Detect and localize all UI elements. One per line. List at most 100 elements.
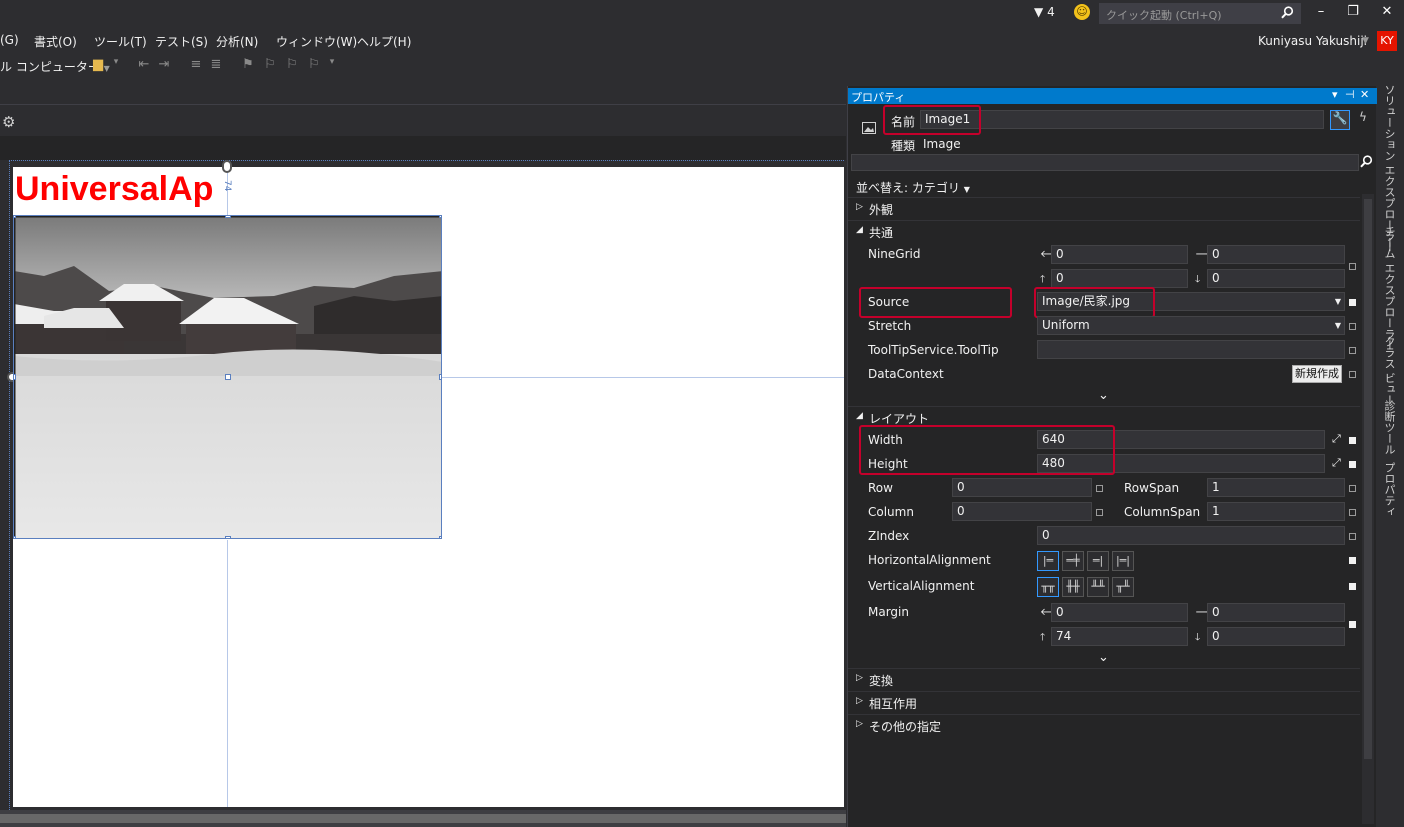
minimize-icon[interactable]: – xyxy=(1307,4,1335,24)
resize-handle-bottom[interactable] xyxy=(225,536,231,538)
advanced-options-marker[interactable] xyxy=(1349,485,1356,492)
auto-size-icon[interactable]: ⤢ xyxy=(1332,456,1341,470)
search-icon[interactable] xyxy=(1281,6,1294,22)
resize-handle-right[interactable] xyxy=(439,374,441,380)
uncomment-icon[interactable]: ≣ xyxy=(208,57,224,73)
advanced-options-marker-set[interactable] xyxy=(1349,583,1356,590)
auto-size-icon[interactable]: ⤢ xyxy=(1332,432,1341,446)
close-icon[interactable]: ✕ xyxy=(1360,88,1369,101)
quick-launch-input[interactable]: クイック起動 (Ctrl+Q) xyxy=(1099,3,1301,24)
align-middle-icon[interactable]: ╫╫ xyxy=(1062,577,1084,597)
rowspan-field[interactable]: 1 xyxy=(1207,478,1345,497)
tooltip-field[interactable] xyxy=(1037,340,1345,359)
advanced-options-marker[interactable] xyxy=(1349,533,1356,540)
bookmark-clear-icon[interactable]: ⚐ xyxy=(306,57,322,73)
ninegrid-top-field[interactable]: 0 xyxy=(1051,269,1188,288)
resize-handle-top[interactable] xyxy=(225,216,231,218)
advanced-options-marker[interactable] xyxy=(1349,323,1356,330)
comment-icon[interactable]: ≡ xyxy=(188,57,204,73)
toolbar-dropdown-icon[interactable]: ▾ xyxy=(108,57,124,73)
category-interactions[interactable]: ▷ 相互作用 xyxy=(848,691,1360,713)
wrench-icon[interactable]: 🔧 xyxy=(1330,110,1350,130)
pin-icon[interactable]: ⊣ xyxy=(1345,88,1355,101)
advanced-options-marker-set[interactable] xyxy=(1349,299,1356,306)
chevron-down-icon[interactable]: ⌄ xyxy=(1098,650,1109,665)
align-left-icon[interactable]: |═ xyxy=(1037,551,1059,571)
close-icon[interactable]: ✕ xyxy=(1373,4,1401,24)
outdent-icon[interactable]: ⇥ xyxy=(156,57,172,73)
row-field[interactable]: 0 xyxy=(952,478,1092,497)
align-right-icon[interactable]: ═| xyxy=(1087,551,1109,571)
indent-icon[interactable]: ⇤ xyxy=(136,57,152,73)
bookmark-prev-icon[interactable]: ⚐ xyxy=(262,57,278,73)
designer-horizontal-scrollbar[interactable] xyxy=(0,810,846,827)
menu-item-format[interactable]: 書式(O) xyxy=(34,33,77,50)
chevron-down-icon[interactable]: ⌄ xyxy=(1098,388,1109,403)
ninegrid-bottom-field[interactable]: 0 xyxy=(1207,269,1345,288)
sort-dropdown[interactable]: 並べ替え: カテゴリ ▼ xyxy=(856,179,970,196)
advanced-options-marker[interactable] xyxy=(1096,485,1103,492)
align-stretch-icon[interactable]: |═| xyxy=(1112,551,1134,571)
tab-class-view[interactable]: クラス ビュー xyxy=(1381,336,1397,406)
restore-icon[interactable]: ❐ xyxy=(1339,4,1367,24)
margin-top-field[interactable]: 74 xyxy=(1051,627,1188,646)
advanced-options-marker-set[interactable] xyxy=(1349,437,1356,444)
align-vstretch-icon[interactable]: ╥╨ xyxy=(1112,577,1134,597)
image-element[interactable] xyxy=(13,215,442,539)
menu-item-window[interactable]: ウィンドウ(W) xyxy=(276,33,357,50)
menu-item-help[interactable]: ヘルプ(H) xyxy=(357,33,411,50)
resize-handle-tr[interactable] xyxy=(439,216,441,218)
property-search-input[interactable] xyxy=(851,154,1359,171)
bookmark-icon[interactable]: ⚑ xyxy=(240,57,256,73)
new-datacontext-button[interactable]: 新規作成 xyxy=(1292,365,1342,383)
columnspan-field[interactable]: 1 xyxy=(1207,502,1345,521)
scrollbar-thumb[interactable] xyxy=(0,814,846,823)
menu-item-analyze[interactable]: 分析(N) xyxy=(216,33,258,50)
chevron-down-icon[interactable]: ▼ xyxy=(1362,36,1369,46)
resize-handle-left[interactable] xyxy=(14,374,16,380)
tab-team-explorer[interactable]: チーム エクスプローラー xyxy=(1381,226,1397,351)
toolbar-overflow-icon[interactable]: ▾ xyxy=(324,57,340,73)
bookmark-next-icon[interactable]: ⚐ xyxy=(284,57,300,73)
align-top-icon[interactable]: ╥╥ xyxy=(1037,577,1059,597)
menu-item-prev[interactable]: (G) xyxy=(0,33,19,47)
advanced-options-marker[interactable] xyxy=(1349,509,1356,516)
search-icon[interactable] xyxy=(1360,155,1373,171)
margin-left-field[interactable]: 0 xyxy=(1051,603,1188,622)
tab-diagnostic-tools[interactable]: 診断ツール xyxy=(1381,400,1397,455)
user-name[interactable]: Kuniyasu Yakushiji xyxy=(1258,34,1367,48)
margin-anchor-top-icon[interactable] xyxy=(222,160,232,173)
category-misc[interactable]: ▷ その他の指定 xyxy=(848,714,1360,736)
panel-menu-icon[interactable]: ▾ xyxy=(1332,88,1338,101)
notification-flag[interactable]: ▼ 4 xyxy=(1034,5,1055,19)
events-icon[interactable]: ϟ xyxy=(1354,110,1372,130)
advanced-options-marker[interactable] xyxy=(1349,371,1356,378)
advanced-options-marker[interactable] xyxy=(1349,263,1356,270)
stretch-dropdown[interactable]: Uniform ▼ xyxy=(1037,316,1345,335)
scrollbar-thumb[interactable] xyxy=(1364,199,1372,759)
tab-properties[interactable]: プロパティ xyxy=(1381,462,1397,517)
advanced-options-marker[interactable] xyxy=(1349,347,1356,354)
ninegrid-right-field[interactable]: 0 xyxy=(1207,245,1345,264)
menu-item-tools[interactable]: ツール(T) xyxy=(94,33,147,50)
advanced-options-marker-set[interactable] xyxy=(1349,557,1356,564)
category-appearance[interactable]: ▷ 外観 xyxy=(848,197,1360,219)
app-title-textblock[interactable]: UniversalAp xyxy=(15,170,213,209)
avatar[interactable]: KY xyxy=(1377,31,1397,51)
feedback-smiley-icon[interactable]: ☺ xyxy=(1074,4,1090,20)
column-field[interactable]: 0 xyxy=(952,502,1092,521)
advanced-options-marker[interactable] xyxy=(1096,509,1103,516)
resize-handle-center[interactable] xyxy=(225,374,231,380)
align-bottom-icon[interactable]: ╨╨ xyxy=(1087,577,1109,597)
align-center-icon[interactable]: ═╪ xyxy=(1062,551,1084,571)
margin-bottom-field[interactable]: 0 xyxy=(1207,627,1345,646)
resize-handle-tl[interactable] xyxy=(14,216,16,218)
category-common[interactable]: ◢ 共通 xyxy=(848,220,1360,242)
menu-item-test[interactable]: テスト(S) xyxy=(155,33,208,50)
folder-icon[interactable]: ▆ xyxy=(90,57,106,73)
resize-handle-bl[interactable] xyxy=(14,536,16,538)
zindex-field[interactable]: 0 xyxy=(1037,526,1345,545)
ninegrid-left-field[interactable]: 0 xyxy=(1051,245,1188,264)
margin-right-field[interactable]: 0 xyxy=(1207,603,1345,622)
gear-icon[interactable]: ⚙ xyxy=(2,113,15,131)
